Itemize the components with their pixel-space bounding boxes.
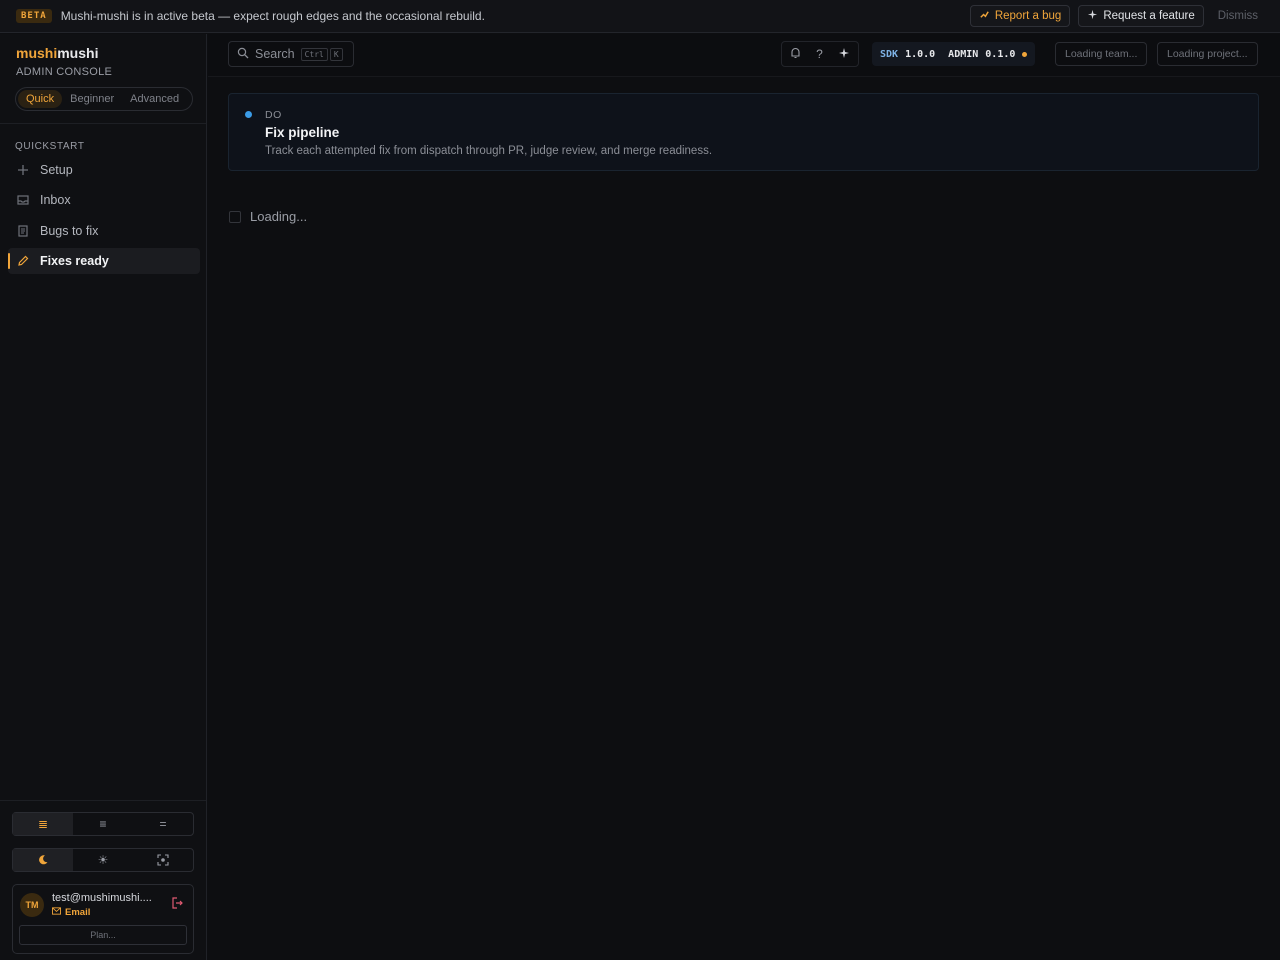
density-switcher: ≣ ≡ =: [12, 812, 194, 836]
brand-part-1: mushi: [16, 45, 58, 61]
density-cozy-icon[interactable]: ≡: [73, 813, 133, 835]
mode-switcher: Quick Beginner Advanced: [15, 87, 193, 111]
brand-part-2: mushi: [57, 45, 99, 61]
sidebar-item-label: Inbox: [40, 193, 71, 207]
mail-icon: [52, 907, 61, 918]
admin-label: ADMIN: [948, 48, 979, 60]
top-bar: Search Ctrl K ? SDK 1.0.0 ADMIN 0.1.0 Lo…: [208, 34, 1280, 77]
spinner-icon: [229, 210, 241, 223]
section-label-quickstart: QUICKSTART: [15, 141, 85, 152]
status-dot: [1022, 51, 1028, 57]
search-input[interactable]: Search Ctrl K: [228, 41, 354, 67]
sidebar-item-fixes-ready[interactable]: Fixes ready: [8, 248, 200, 274]
bug-icon: [979, 9, 990, 23]
plus-icon: [16, 163, 30, 177]
mode-beginner[interactable]: Beginner: [62, 90, 122, 108]
inbox-icon: [16, 193, 30, 207]
beta-badge: BETA: [16, 9, 52, 23]
sidebar-item-bugs-to-fix[interactable]: Bugs to fix: [8, 218, 200, 244]
page-header: DO Fix pipeline Track each attempted fix…: [228, 93, 1259, 171]
density-comfortable-icon[interactable]: ≣: [13, 813, 73, 835]
user-card: TM test@mushimushi.... Email Plan...: [12, 884, 194, 954]
brand-logo[interactable]: mushimushi: [16, 45, 98, 61]
request-feature-label: Request a feature: [1103, 10, 1195, 22]
report-bug-label: Report a bug: [994, 10, 1062, 22]
team-selector[interactable]: Loading team...: [1055, 42, 1148, 66]
sun-icon[interactable]: ☀: [73, 849, 133, 871]
auth-method-label: Email: [65, 907, 91, 918]
search-icon: [237, 47, 249, 62]
system-theme-icon[interactable]: [133, 849, 193, 871]
plan-button[interactable]: Plan...: [19, 925, 187, 945]
stage-label: DO: [265, 109, 282, 121]
avatar[interactable]: TM: [20, 893, 44, 917]
beta-banner: BETA Mushi-mushi is in active beta — exp…: [0, 0, 1280, 33]
help-icon[interactable]: ?: [816, 47, 823, 61]
dismiss-button[interactable]: Dismiss: [1218, 10, 1258, 22]
sidebar-item-label: Setup: [40, 163, 73, 177]
density-compact-icon[interactable]: =: [133, 813, 193, 835]
sidebar-item-label: Bugs to fix: [40, 224, 99, 238]
document-icon: [16, 224, 30, 238]
logout-icon[interactable]: [171, 897, 183, 912]
project-selector[interactable]: Loading project...: [1157, 42, 1258, 66]
report-bug-button[interactable]: Report a bug: [969, 5, 1071, 27]
topbar-icon-group: ?: [781, 41, 859, 67]
user-email: test@mushimushi....: [52, 892, 152, 904]
mode-advanced[interactable]: Advanced: [122, 90, 187, 108]
brand-subtitle: ADMIN CONSOLE: [16, 66, 113, 78]
sidebar-divider: [0, 123, 206, 124]
page-title: Fix pipeline: [265, 125, 340, 140]
admin-version: 0.1.0: [985, 48, 1016, 60]
bell-icon[interactable]: [790, 47, 801, 62]
search-label: Search: [255, 47, 295, 61]
theme-switcher: ☀: [12, 848, 194, 872]
sidebar: mushimushi ADMIN CONSOLE Quick Beginner …: [0, 34, 207, 960]
sdk-version: 1.0.0: [905, 48, 936, 60]
loading-label: Loading...: [250, 209, 308, 224]
sidebar-item-inbox[interactable]: Inbox: [8, 187, 200, 213]
sidebar-bottom-divider: [0, 800, 206, 801]
sdk-label: SDK: [880, 48, 899, 60]
stage-dot: [245, 111, 252, 118]
sidebar-item-label: Fixes ready: [40, 254, 109, 268]
auth-method: Email: [52, 907, 90, 918]
version-badges: SDK 1.0.0 ADMIN 0.1.0: [872, 42, 1036, 66]
kbd-k: K: [329, 47, 343, 61]
pencil-icon: [16, 254, 30, 268]
sidebar-item-setup[interactable]: Setup: [8, 157, 200, 183]
sparkle-icon: [1087, 9, 1098, 23]
loading-indicator: Loading...: [229, 209, 307, 224]
request-feature-button[interactable]: Request a feature: [1078, 5, 1204, 27]
banner-actions: Report a bug Request a feature Dismiss: [969, 5, 1258, 27]
page-description: Track each attempted fix from dispatch t…: [265, 145, 713, 157]
kbd-ctrl: Ctrl: [300, 47, 328, 61]
mode-quick[interactable]: Quick: [18, 90, 63, 108]
banner-message: Mushi-mushi is in active beta — expect r…: [60, 9, 485, 23]
sparkle-icon[interactable]: [838, 47, 850, 62]
moon-icon[interactable]: [13, 849, 73, 871]
